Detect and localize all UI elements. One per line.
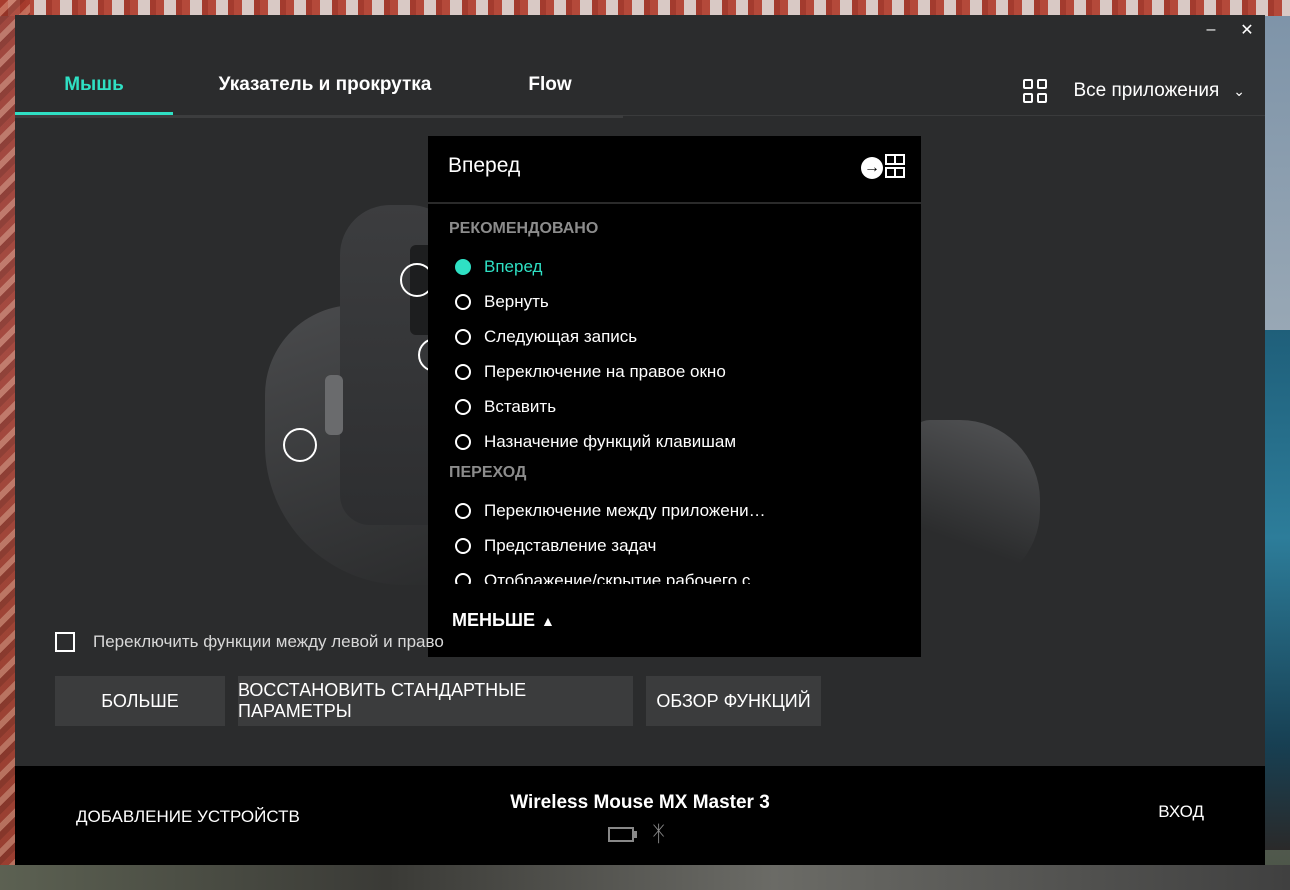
option-redo[interactable]: Вернуть: [455, 290, 549, 314]
desktop-background-right: [1264, 330, 1290, 850]
radio-selected-icon: [455, 259, 471, 275]
desktop-background-bottom: [0, 865, 1290, 890]
option-label: Представление задач: [484, 536, 657, 555]
app-selector-label: Все приложения: [1073, 80, 1220, 101]
popup-header: Вперед →: [428, 136, 921, 204]
swap-buttons-label: Переключить функции между левой и право: [93, 632, 444, 651]
tab-bar: Мышь Указатель и прокрутка Flow: [15, 55, 623, 118]
tab-mouse[interactable]: Мышь: [15, 55, 173, 115]
radio-icon: [455, 364, 471, 380]
logi-options-window: – ✕ Мышь Указатель и прокрутка Flow Все …: [15, 15, 1265, 865]
option-task-view[interactable]: Представление задач: [455, 534, 656, 558]
minimize-button[interactable]: –: [1193, 15, 1229, 45]
tab-flow[interactable]: Flow: [510, 55, 590, 115]
radio-icon: [455, 434, 471, 450]
option-label: Переключение между приложени…: [484, 501, 766, 520]
active-tab-indicator: [15, 112, 173, 115]
radio-icon: [455, 294, 471, 310]
desktop-background: [0, 0, 1290, 16]
radio-icon: [455, 503, 471, 519]
option-keystroke-assignment[interactable]: Назначение функций клавишам: [455, 430, 736, 454]
action-popup: Вперед → РЕКОМЕНДОВАНО Вперед Вернуть Сл…: [428, 136, 921, 657]
device-status: ᛡ: [608, 821, 665, 847]
option-label: Вперед: [484, 257, 543, 276]
app-specific-settings-icon[interactable]: →: [861, 154, 905, 182]
option-label: Следующая запись: [484, 327, 638, 346]
chevron-up-icon: ▲: [541, 612, 555, 629]
swap-buttons-option[interactable]: Переключить функции между левой и право: [55, 632, 444, 652]
option-label: Вернуть: [484, 292, 549, 311]
mouse-rear: [910, 420, 1040, 590]
option-app-switcher[interactable]: Переключение между приложени…: [455, 499, 766, 523]
bluetooth-icon: ᛡ: [652, 821, 666, 846]
option-paste[interactable]: Вставить: [455, 395, 556, 419]
action-list[interactable]: РЕКОМЕНДОВАНО Вперед Вернуть Следующая з…: [428, 204, 921, 584]
apps-grid-icon: [1023, 79, 1048, 103]
login-button[interactable]: ВХОД: [1158, 802, 1204, 822]
restore-defaults-button[interactable]: ВОССТАНОВИТЬ СТАНДАРТНЫЕ ПАРАМЕТРЫ: [238, 676, 633, 726]
section-recommended: РЕКОМЕНДОВАНО: [449, 220, 599, 237]
tab-pointer-scroll[interactable]: Указатель и прокрутка: [205, 55, 445, 115]
option-next-track[interactable]: Следующая запись: [455, 325, 637, 349]
footer-bar: ДОБАВЛЕНИЕ УСТРОЙСТВ Wireless Mouse MX M…: [15, 766, 1265, 865]
close-button[interactable]: ✕: [1229, 15, 1265, 45]
option-forward[interactable]: Вперед: [455, 255, 542, 279]
option-label: Отображение/скрытие рабочего с: [484, 571, 751, 584]
radio-icon: [455, 538, 471, 554]
radio-icon: [455, 399, 471, 415]
option-switch-right-window[interactable]: Переключение на правое окно: [455, 360, 726, 384]
more-button[interactable]: БОЛЬШЕ: [55, 676, 225, 726]
option-label: Назначение функций клавишам: [484, 432, 737, 451]
device-name: Wireless Mouse MX Master 3: [510, 792, 770, 813]
option-label: Вставить: [484, 397, 557, 416]
show-less-label: МЕНЬШЕ: [452, 610, 536, 630]
chevron-down-icon: ⌄: [1233, 82, 1245, 99]
header-divider: [623, 115, 1265, 116]
popup-title: Вперед: [448, 154, 521, 177]
mouse-thumb-buttons: [325, 375, 343, 435]
hotspot-thumb-wheel[interactable]: [283, 428, 317, 462]
feature-tour-button[interactable]: ОБЗОР ФУНКЦИЙ: [646, 676, 821, 726]
section-navigation: ПЕРЕХОД: [449, 464, 527, 481]
radio-icon: [455, 329, 471, 345]
radio-icon: [455, 573, 471, 584]
battery-icon: [608, 826, 637, 842]
app-selector[interactable]: Все приложения ⌄: [1023, 71, 1245, 111]
swap-buttons-checkbox[interactable]: [55, 632, 75, 652]
option-show-desktop[interactable]: Отображение/скрытие рабочего с: [455, 569, 750, 584]
window-controls: – ✕: [1193, 15, 1265, 45]
show-less-button[interactable]: МЕНЬШЕ ▲: [452, 610, 555, 631]
option-label: Переключение на правое окно: [484, 362, 726, 381]
